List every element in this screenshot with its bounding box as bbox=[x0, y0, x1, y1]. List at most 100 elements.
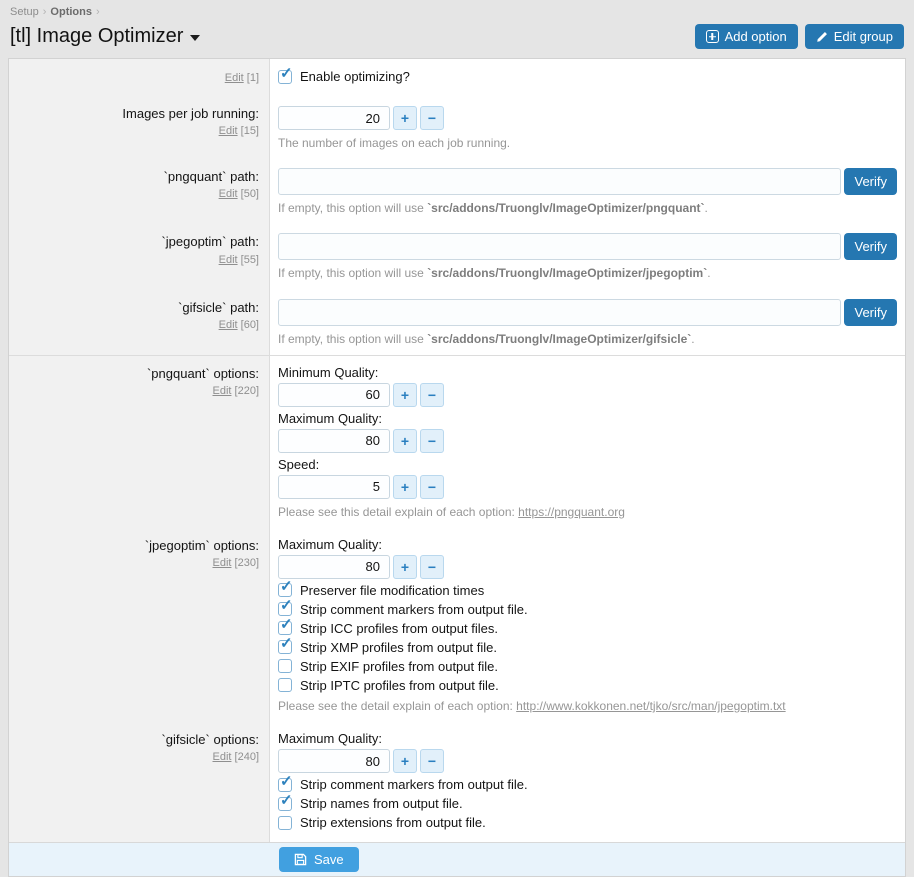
decrement-button[interactable]: − bbox=[420, 383, 444, 407]
checkbox-label: Strip extensions from output file. bbox=[300, 815, 486, 830]
edit-link[interactable]: Edit bbox=[219, 125, 238, 137]
pngquant-path-input[interactable] bbox=[278, 168, 841, 195]
verify-button[interactable]: Verify bbox=[844, 233, 897, 260]
pngquant-link[interactable]: https://pngquant.org bbox=[518, 505, 625, 519]
strip-comments-checkbox[interactable] bbox=[278, 778, 292, 792]
breadcrumb-link-options[interactable]: Options bbox=[50, 6, 92, 18]
page-title-dropdown[interactable]: [tl] Image Optimizer bbox=[10, 25, 200, 48]
option-hint: If empty, this option will use `src/addo… bbox=[278, 200, 897, 216]
increment-button[interactable]: + bbox=[393, 475, 417, 499]
edit-link[interactable]: Edit bbox=[219, 319, 238, 331]
jpegoptim-path-input[interactable] bbox=[278, 233, 841, 260]
strip-exif-checkbox[interactable] bbox=[278, 659, 292, 673]
edit-link[interactable]: Edit bbox=[213, 385, 232, 397]
checkbox-label: Strip EXIF profiles from output file. bbox=[300, 659, 498, 674]
increment-button[interactable]: + bbox=[393, 429, 417, 453]
edit-group-button[interactable]: Edit group bbox=[805, 24, 904, 49]
field-label: Speed: bbox=[278, 457, 897, 472]
hint-text: Please see this detail explain of each o… bbox=[278, 505, 518, 519]
verify-button[interactable]: Verify bbox=[844, 299, 897, 326]
increment-button[interactable]: + bbox=[393, 555, 417, 579]
decrement-button[interactable]: − bbox=[420, 429, 444, 453]
edit-link[interactable]: Edit bbox=[213, 751, 232, 763]
gifsicle-path-input[interactable] bbox=[278, 299, 841, 326]
field-label: Maximum Quality: bbox=[278, 537, 897, 552]
gifsicle-check-option: Strip extensions from output file. bbox=[278, 815, 897, 830]
page-title: [tl] Image Optimizer bbox=[10, 25, 183, 48]
option-row-content-cell: Verify If empty, this option will use `s… bbox=[270, 159, 905, 224]
minimum-quality-stepper: + − bbox=[278, 383, 897, 407]
strip-names-checkbox[interactable] bbox=[278, 797, 292, 811]
option-row-content-cell: Verify If empty, this option will use `s… bbox=[270, 290, 905, 355]
speed-input[interactable] bbox=[278, 475, 390, 499]
save-button[interactable]: Save bbox=[279, 847, 359, 872]
hint-path: `src/addons/Truonglv/ImageOptimizer/gifs… bbox=[427, 332, 691, 346]
option-label: `jpegoptim` path: bbox=[15, 234, 259, 250]
option-hint: Please see this detail explain of each o… bbox=[278, 504, 897, 520]
hint-text: . bbox=[705, 201, 708, 215]
images-per-job-input[interactable] bbox=[278, 106, 390, 130]
option-row-jpegoptim-options: `jpegoptim` options: Edit [230] Maximum … bbox=[9, 528, 905, 722]
hint-text: If empty, this option will use bbox=[278, 201, 427, 215]
enable-optimizing-checkbox[interactable] bbox=[278, 70, 292, 84]
maximum-quality-stepper: + − bbox=[278, 555, 897, 579]
images-per-job-stepper: + − bbox=[278, 106, 897, 130]
option-label: `jpegoptim` options: bbox=[15, 538, 259, 554]
hint-text: If empty, this option will use bbox=[278, 332, 427, 346]
checkbox-label: Strip names from output file. bbox=[300, 796, 463, 811]
strip-xmp-checkbox[interactable] bbox=[278, 640, 292, 654]
strip-iptc-checkbox[interactable] bbox=[278, 678, 292, 692]
strip-comments-checkbox[interactable] bbox=[278, 602, 292, 616]
jpegoptim-check-option: Preserver file modification times bbox=[278, 583, 897, 598]
increment-button[interactable]: + bbox=[393, 749, 417, 773]
increment-button[interactable]: + bbox=[393, 106, 417, 130]
edit-link[interactable]: Edit bbox=[219, 188, 238, 200]
save-label: Save bbox=[314, 852, 344, 867]
hint-text: Please see the detail explain of each op… bbox=[278, 699, 516, 713]
header-buttons: Add option Edit group bbox=[695, 24, 904, 49]
minimum-quality-input[interactable] bbox=[278, 383, 390, 407]
edit-link[interactable]: Edit bbox=[219, 254, 238, 266]
option-label: `gifsicle` options: bbox=[15, 732, 259, 748]
option-row-label-cell: `jpegoptim` options: Edit [230] bbox=[9, 528, 270, 722]
edit-ref: [50] bbox=[241, 188, 259, 200]
add-option-button[interactable]: Add option bbox=[695, 24, 798, 49]
checkbox-label: Strip ICC profiles from output files. bbox=[300, 621, 498, 636]
jpegoptim-check-option: Strip XMP profiles from output file. bbox=[278, 640, 897, 655]
option-row-content-cell: Verify If empty, this option will use `s… bbox=[270, 224, 905, 289]
jpegoptim-manual-link[interactable]: http://www.kokkonen.net/tjko/src/man/jpe… bbox=[516, 699, 785, 713]
verify-button[interactable]: Verify bbox=[844, 168, 897, 195]
edit-group-label: Edit group bbox=[834, 29, 893, 44]
maximum-quality-input[interactable] bbox=[278, 555, 390, 579]
strip-icc-checkbox[interactable] bbox=[278, 621, 292, 635]
option-hint: If empty, this option will use `src/addo… bbox=[278, 331, 897, 347]
preserve-times-checkbox[interactable] bbox=[278, 583, 292, 597]
edit-ref: [55] bbox=[241, 254, 259, 266]
jpegoptim-check-option: Strip IPTC profiles from output file. bbox=[278, 678, 897, 693]
option-label: `pngquant` path: bbox=[15, 169, 259, 185]
option-row-label-cell: `gifsicle` options: Edit [240] bbox=[9, 722, 270, 842]
decrement-button[interactable]: − bbox=[420, 555, 444, 579]
option-label: `gifsicle` path: bbox=[15, 300, 259, 316]
edit-link[interactable]: Edit bbox=[213, 557, 232, 569]
option-hint: Please see the detail explain of each op… bbox=[278, 698, 897, 714]
option-row-label-cell: `gifsicle` path: Edit [60] bbox=[9, 290, 270, 355]
breadcrumb-link-setup[interactable]: Setup bbox=[10, 6, 39, 18]
option-row-enable-optimizing: Edit [1] Enable optimizing? bbox=[9, 59, 905, 96]
increment-button[interactable]: + bbox=[393, 383, 417, 407]
checkbox-label: Strip comment markers from output file. bbox=[300, 602, 528, 617]
jpegoptim-check-option: Strip comment markers from output file. bbox=[278, 602, 897, 617]
strip-extensions-checkbox[interactable] bbox=[278, 816, 292, 830]
hint-text: . bbox=[691, 332, 694, 346]
decrement-button[interactable]: − bbox=[420, 749, 444, 773]
edit-link[interactable]: Edit bbox=[225, 72, 244, 84]
option-row-content-cell: + − The number of images on each job run… bbox=[270, 96, 905, 159]
maximum-quality-input[interactable] bbox=[278, 429, 390, 453]
option-row-content-cell: Enable optimizing? bbox=[270, 59, 905, 96]
decrement-button[interactable]: − bbox=[420, 106, 444, 130]
plus-icon bbox=[706, 30, 719, 43]
edit-ref: [230] bbox=[235, 557, 259, 569]
maximum-quality-input[interactable] bbox=[278, 749, 390, 773]
checkbox-label: Strip XMP profiles from output file. bbox=[300, 640, 497, 655]
decrement-button[interactable]: − bbox=[420, 475, 444, 499]
